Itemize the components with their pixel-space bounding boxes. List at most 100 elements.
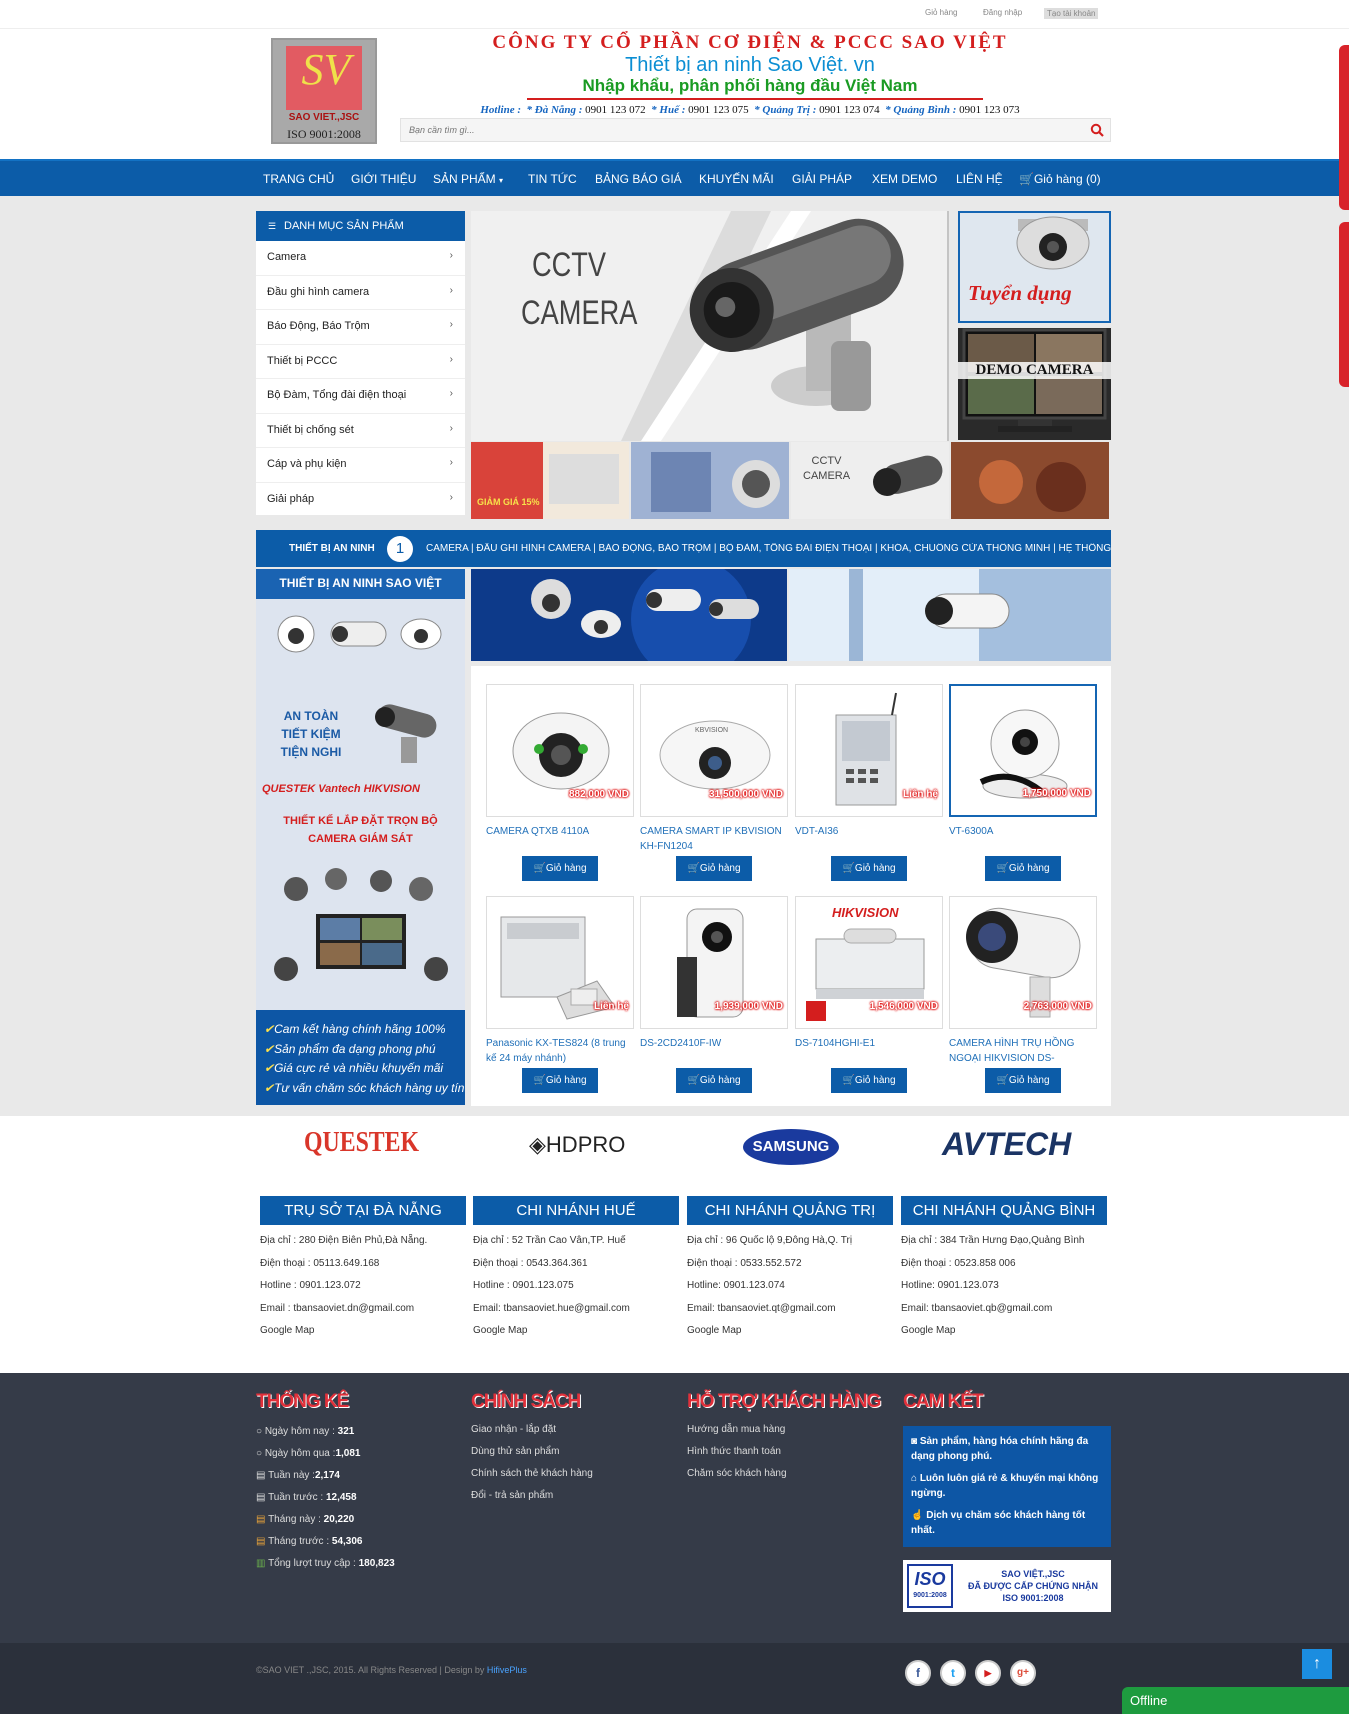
topbar-login-link[interactable]: Đăng nhập (983, 8, 1022, 17)
add-to-cart-button[interactable]: 🛒Giỏ hàng (676, 856, 752, 881)
thumbnail-cctv[interactable]: CCTV CAMERA (791, 442, 949, 519)
brand-logo-avtech[interactable]: AVTECH (942, 1126, 1071, 1163)
topbar-cart-link[interactable]: Giỏ hàng (925, 8, 957, 17)
tabbar-links[interactable]: CAMERA | ĐẦU GHI HÌNH CAMERA | BÁO ĐỘNG,… (426, 543, 1111, 554)
stat-label: Tuần trước : (268, 1492, 324, 1503)
footer-policy: CHÍNH SÁCH Giao nhận - lắp đặt Dùng thử … (471, 1391, 593, 1507)
category-item[interactable]: Đầu ghi hình camera › (256, 276, 465, 310)
left-promo-banner[interactable]: THIẾT BỊ AN NINH SAO VIỆT AN TOÀN TIẾT K… (256, 569, 465, 1105)
product-image[interactable]: 882,000 VND (486, 684, 634, 817)
add-to-cart-button[interactable]: 🛒Giỏ hàng (831, 1068, 907, 1093)
category-item[interactable]: Báo Động, Báo Trộm › (256, 310, 465, 345)
hotline-bar: Hotline : * Đà Nẵng : 0901 123 072 * Huế… (400, 104, 1100, 116)
policy-link[interactable]: Dùng thử sản phẩm (471, 1441, 593, 1463)
product-name[interactable]: DS-7104HGHI-E1 (795, 1036, 943, 1066)
google-map-link[interactable]: Google Map (473, 1320, 679, 1343)
stat-label: Tháng trước : (268, 1536, 330, 1547)
side-tab[interactable] (1339, 222, 1349, 387)
topbar-register-link[interactable]: Tạo tài khoản (1044, 8, 1099, 19)
youtube-icon[interactable]: ▶ (975, 1660, 1001, 1686)
add-to-cart-button[interactable]: 🛒Giỏ hàng (985, 856, 1061, 881)
nav-contact[interactable]: LIÊN HỆ (956, 172, 1003, 186)
product-name[interactable]: CAMERA QTXB 4110A (486, 824, 634, 854)
product-name[interactable]: VT-6300A (949, 824, 1097, 854)
product-image[interactable]: 1,939,000 VND (640, 896, 788, 1029)
nav-solutions[interactable]: GIẢI PHÁP (792, 172, 852, 186)
product-name[interactable]: Panasonic KX-TES824 (8 trung kế 24 máy n… (486, 1036, 634, 1066)
brand-logo-hdpro[interactable]: ◈HDPRO (529, 1132, 625, 1158)
support-link[interactable]: Chăm sóc khách hàng (687, 1463, 880, 1485)
google-map-link[interactable]: Google Map (687, 1320, 893, 1343)
category-item[interactable]: Camera › (256, 241, 465, 276)
category-item[interactable]: Thiết bị chống sét › (256, 414, 465, 448)
product-image[interactable]: Liên hệ (486, 896, 634, 1029)
nav-demo[interactable]: XEM DEMO (872, 172, 937, 186)
google-map-link[interactable]: Google Map (260, 1320, 466, 1343)
policy-link[interactable]: Chính sách thẻ khách hàng (471, 1463, 593, 1485)
nav-pricelist[interactable]: BẢNG BÁO GIÁ (595, 172, 682, 186)
brand-logo-samsung[interactable]: SAMSUNG (743, 1129, 839, 1165)
product-image[interactable]: Liên hệ (795, 684, 943, 817)
category-item[interactable]: Bộ Đàm, Tổng đài điện thoại › (256, 379, 465, 414)
google-map-link[interactable]: Google Map (901, 1320, 1107, 1343)
product-name[interactable]: CAMERA SMART IP KBVISION KH-FN1204 (640, 824, 788, 854)
scroll-top-button[interactable]: ↑ (1302, 1649, 1332, 1679)
chat-offline-widget[interactable]: Offline (1122, 1687, 1349, 1714)
google-plus-icon[interactable]: g+ (1010, 1660, 1036, 1686)
nav-products[interactable]: SẢN PHẨM ▾ (433, 172, 503, 186)
calendar-icon: ▤ (256, 1492, 266, 1503)
product-image[interactable]: 2,763,000 VND (949, 896, 1097, 1029)
nav-cart[interactable]: 🛒Giỏ hàng (0) (1019, 172, 1101, 186)
nav-about[interactable]: GIỚI THIỆU (351, 172, 416, 186)
search-icon[interactable] (1090, 123, 1104, 137)
commit-text: Sản phẩm, hàng hóa chính hãng đa dạng ph… (911, 1436, 1089, 1462)
category-banner-bullet[interactable] (789, 569, 1111, 661)
add-to-cart-button[interactable]: 🛒Giỏ hàng (831, 856, 907, 881)
category-item[interactable]: Cáp và phụ kiện › (256, 448, 465, 483)
chevron-right-icon: › (449, 491, 453, 503)
category-item[interactable]: Giải pháp › (256, 483, 465, 518)
product-image[interactable]: KBVISION 31,500,000 VND (640, 684, 788, 817)
search-input[interactable] (401, 119, 1051, 141)
nav-home[interactable]: TRANG CHỦ (263, 172, 334, 186)
iso-text: SAO VIỆT.,JSC ĐÃ ĐƯỢC CẤP CHỨNG NHẬN ISO… (957, 1568, 1109, 1604)
thumbnail-fire[interactable] (951, 442, 1109, 519)
category-item[interactable]: Thiết bị PCCC › (256, 345, 465, 379)
product-image[interactable]: HIKVISION 1,546,000 VND (795, 896, 943, 1029)
add-to-cart-button[interactable]: 🛒Giỏ hàng (676, 1068, 752, 1093)
support-link[interactable]: Hướng dẫn mua hàng (687, 1419, 880, 1441)
add-to-cart-button[interactable]: 🛒Giỏ hàng (985, 1068, 1061, 1093)
slider-title: CCTV CAMERA (521, 241, 637, 337)
designer-link[interactable]: HifivePlus (487, 1665, 527, 1675)
policy-link[interactable]: Đổi - trả sản phẩm (471, 1485, 593, 1507)
cart-icon: 🛒 (996, 1075, 1009, 1086)
product-name[interactable]: VDT-AI36 (795, 824, 943, 854)
stats-title: THỐNG KÊ (256, 1391, 349, 1412)
facebook-icon[interactable]: f (905, 1660, 931, 1686)
brand-logo-questek[interactable]: QUESTEK (304, 1127, 419, 1159)
stat-item: ○ Ngày hôm qua :1,081 (256, 1443, 395, 1465)
support-link[interactable]: Hình thức thanh toán (687, 1441, 880, 1463)
recruitment-ad[interactable]: Tuyển dụng (958, 211, 1111, 323)
policy-link[interactable]: Giao nhận - lắp đặt (471, 1419, 593, 1441)
add-to-cart-button[interactable]: 🛒Giỏ hàng (522, 856, 598, 881)
add-to-cart-button[interactable]: 🛒Giỏ hàng (522, 1068, 598, 1093)
product-name[interactable]: CAMERA HÌNH TRỤ HỒNG NGOẠI HIKVISION DS- (949, 1036, 1097, 1066)
category-banner-cameras[interactable] (471, 569, 787, 661)
demo-camera-ad[interactable]: DEMO CAMERA (958, 328, 1111, 440)
product-image[interactable]: 1,750,000 VND (949, 684, 1097, 817)
stat-value: 2,174 (314, 1470, 340, 1481)
hero-slider[interactable]: CCTV CAMERA (471, 211, 949, 441)
thumbnail-corridor[interactable] (631, 442, 789, 519)
twitter-icon[interactable]: t (940, 1660, 966, 1686)
calendar-icon: ▤ (256, 1470, 266, 1481)
iso-logo: ISO 9001:2008 (907, 1564, 953, 1608)
side-tab[interactable] (1339, 45, 1349, 210)
product-name[interactable]: DS-2CD2410F-IW (640, 1036, 788, 1066)
logo[interactable]: SV SAO VIET.,JSC ISO 9001:2008 (271, 38, 377, 144)
nav-news[interactable]: TIN TỨC (528, 172, 577, 186)
promo-slogan: AN TOÀN TIẾT KIỆM TIỆN NGHI (276, 707, 346, 761)
thumbnail-promo[interactable]: GIẢM GIÁ 15% (471, 442, 629, 519)
nav-promotions[interactable]: KHUYẾN MÃI (699, 172, 774, 186)
circle-icon: ○ (256, 1426, 263, 1437)
